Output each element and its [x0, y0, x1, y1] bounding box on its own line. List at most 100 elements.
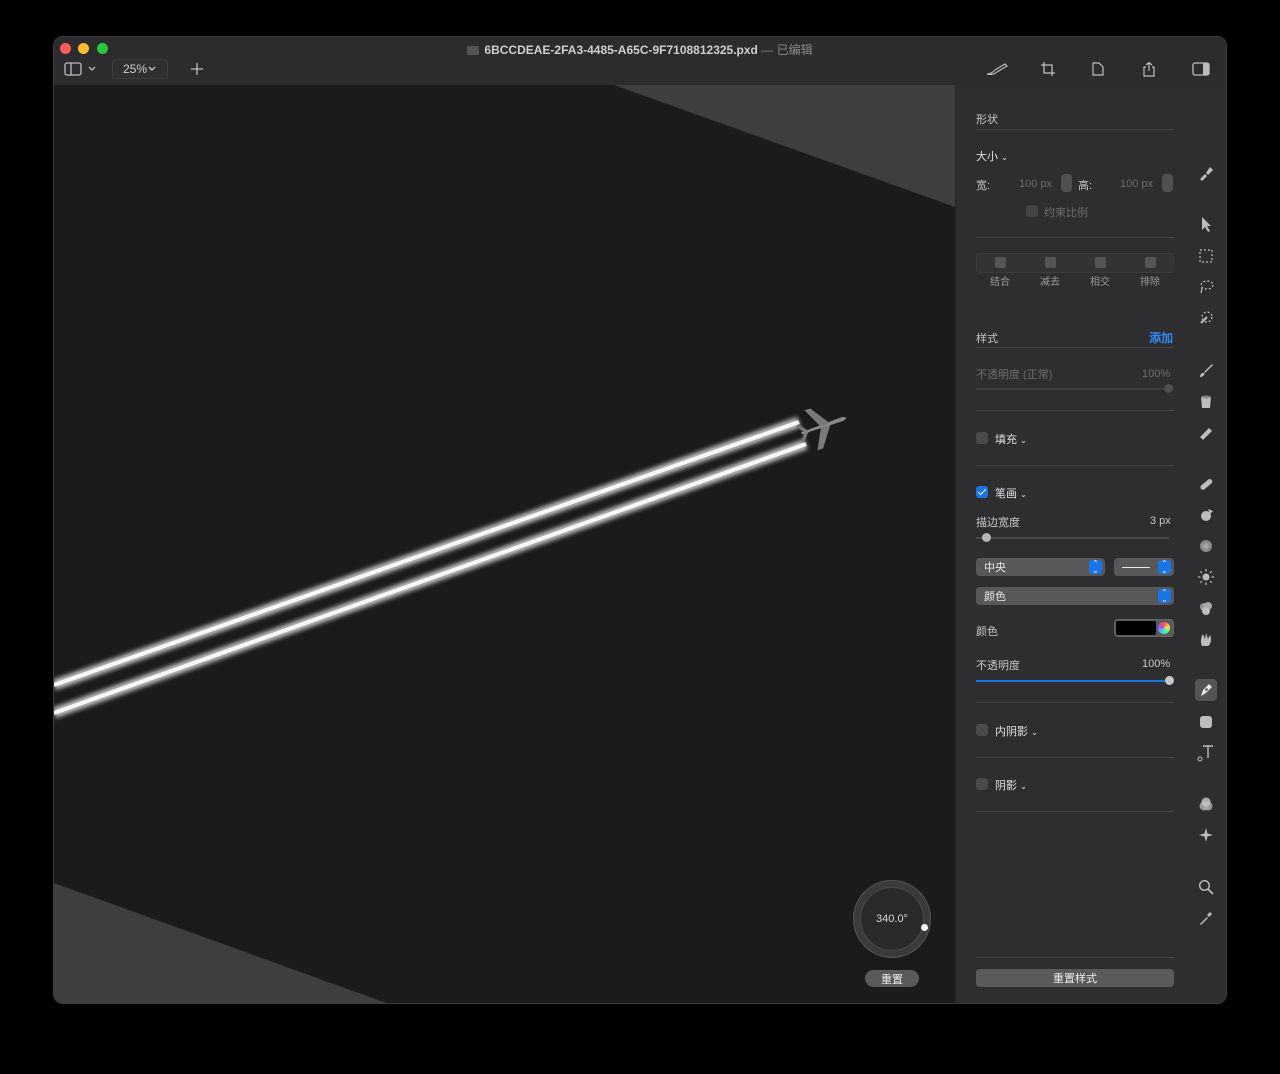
share-button[interactable]: [1139, 59, 1159, 79]
subtract-button[interactable]: 减去: [1026, 257, 1074, 288]
clone-tool[interactable]: [1195, 504, 1217, 526]
union-icon: [994, 257, 1006, 268]
reset-style-button[interactable]: 重置样式: [976, 969, 1174, 987]
color-wheel-icon[interactable]: [1158, 622, 1170, 634]
document-icon: [1092, 62, 1104, 76]
inner-shadow-checkbox[interactable]: [976, 724, 988, 736]
sun-icon: [1198, 569, 1214, 585]
divider: [976, 957, 1174, 958]
add-style-button[interactable]: 添加: [1149, 329, 1173, 346]
stroke-width-label: 描边宽度: [976, 517, 1020, 529]
stroke-opacity-slider[interactable]: [976, 676, 1174, 685]
color-adjust-icon: [1199, 797, 1213, 811]
paint-bucket-icon: [1201, 395, 1211, 408]
height-label: 高:: [1078, 180, 1093, 192]
eraser-icon: [1200, 428, 1212, 440]
document-button[interactable]: [1088, 59, 1108, 79]
stroke-checkbox[interactable]: [976, 486, 988, 498]
fill-checkbox[interactable]: [976, 432, 988, 444]
sponge-tool[interactable]: [1195, 597, 1217, 619]
shadow-disclosure[interactable]: 阴影 ⌄: [995, 777, 1027, 793]
zoom-tool[interactable]: [1195, 876, 1217, 898]
arrow-pointer-icon: [1202, 217, 1211, 232]
add-button[interactable]: [188, 59, 206, 79]
arrow-tool[interactable]: [1195, 213, 1217, 235]
effects-icon: [1199, 828, 1213, 842]
divider: [976, 465, 1174, 466]
smudge-icon: [1200, 633, 1212, 646]
rect-select-icon: [1199, 249, 1213, 263]
rect-select-tool[interactable]: [1195, 245, 1217, 267]
chevron-down-icon: ⌄: [1020, 490, 1027, 499]
width-stepper[interactable]: [1061, 174, 1072, 192]
stroke-type-select[interactable]: 颜色 ⌃ ⌄: [976, 587, 1174, 605]
fill-disclosure[interactable]: 填充 ⌄: [995, 431, 1027, 447]
width-label: 宽:: [976, 180, 991, 192]
divider: [976, 410, 1174, 411]
smudge-tool[interactable]: [1195, 628, 1217, 650]
sidebar-icon: [64, 62, 96, 76]
divider: [976, 702, 1174, 703]
eraser-tool[interactable]: [1195, 422, 1217, 444]
inner-shadow-disclosure[interactable]: 内阴影 ⌄: [995, 723, 1038, 739]
text-tool[interactable]: [1195, 742, 1217, 764]
inspector-toggle-button[interactable]: [1190, 59, 1212, 79]
eyedropper-tool[interactable]: [1195, 907, 1217, 929]
color-label: 颜色: [976, 626, 998, 638]
magic-wand-icon: [1200, 311, 1213, 324]
chevron-down-icon: ⌄: [1001, 153, 1008, 162]
chevron-updown-icon: ⌃ ⌄: [1158, 589, 1171, 604]
lighten-tool[interactable]: [1195, 566, 1217, 588]
width-field[interactable]: 100 px: [1019, 178, 1052, 190]
rotation-reset-button[interactable]: 重置: [865, 970, 919, 987]
blur-icon: [1200, 540, 1212, 552]
shadow-checkbox[interactable]: [976, 778, 988, 790]
inspector-toggle-icon: [1192, 62, 1210, 76]
pen-icon: [1201, 684, 1212, 696]
canvas-area[interactable]: 340.0° 重置: [54, 85, 955, 1003]
rotation-dial[interactable]: 340.0°: [853, 880, 931, 958]
stroke-opacity-label: 不透明度: [976, 660, 1020, 672]
crop-button[interactable]: [1038, 59, 1058, 79]
rotation-reset-label: 重置: [881, 973, 903, 986]
rotation-handle[interactable]: [921, 924, 928, 931]
exclude-label: 排除: [1140, 277, 1160, 288]
layer-opacity-slider[interactable]: [976, 384, 1173, 393]
stroke-position-select[interactable]: 中央 ⌃ ⌄: [976, 558, 1105, 576]
color-well[interactable]: [1114, 619, 1174, 637]
pen-tool[interactable]: [1195, 679, 1217, 701]
magnifier-icon: [1198, 879, 1214, 895]
blur-tool[interactable]: [1195, 535, 1217, 557]
sidebar-toggle-button[interactable]: [62, 59, 100, 79]
effects-tool[interactable]: [1195, 824, 1217, 846]
stroke-label: 笔画: [995, 488, 1017, 500]
intersect-button[interactable]: 相交: [1076, 257, 1124, 288]
size-disclosure[interactable]: 大小 ⌄: [976, 148, 1008, 164]
height-field[interactable]: 100 px: [1120, 178, 1153, 190]
shape-style-tool[interactable]: [1195, 162, 1217, 184]
height-stepper[interactable]: [1162, 174, 1173, 192]
stroke-disclosure[interactable]: 笔画 ⌄: [995, 485, 1027, 501]
constrain-checkbox[interactable]: [1026, 205, 1038, 217]
paint-brush-tool[interactable]: [1195, 359, 1217, 381]
bandage-tool[interactable]: [1195, 473, 1217, 495]
union-button[interactable]: 结合: [976, 257, 1024, 288]
magic-wand-tool[interactable]: [1195, 307, 1217, 329]
stroke-width-slider[interactable]: [976, 533, 1169, 542]
clone-icon: [1201, 509, 1213, 521]
stroke-opacity-knob[interactable]: [1165, 676, 1174, 685]
share-icon: [1143, 61, 1155, 77]
color-adjust-tool[interactable]: [1195, 793, 1217, 815]
layer-opacity-label[interactable]: 不透明度 (正常): [976, 366, 1052, 382]
brush-icon: [986, 63, 1008, 75]
lasso-tool[interactable]: [1195, 276, 1217, 298]
brush-tool-button[interactable]: [984, 59, 1012, 79]
exclude-button[interactable]: 排除: [1126, 257, 1174, 288]
stroke-dash-select[interactable]: ⌃ ⌄: [1114, 558, 1174, 576]
divider: [976, 811, 1174, 812]
union-label: 结合: [990, 277, 1010, 288]
rectangle-tool[interactable]: [1195, 711, 1217, 733]
stroke-width-value: 3 px: [1150, 515, 1171, 527]
paint-bucket-tool[interactable]: [1195, 390, 1217, 412]
zoom-select[interactable]: 25%: [112, 59, 168, 79]
